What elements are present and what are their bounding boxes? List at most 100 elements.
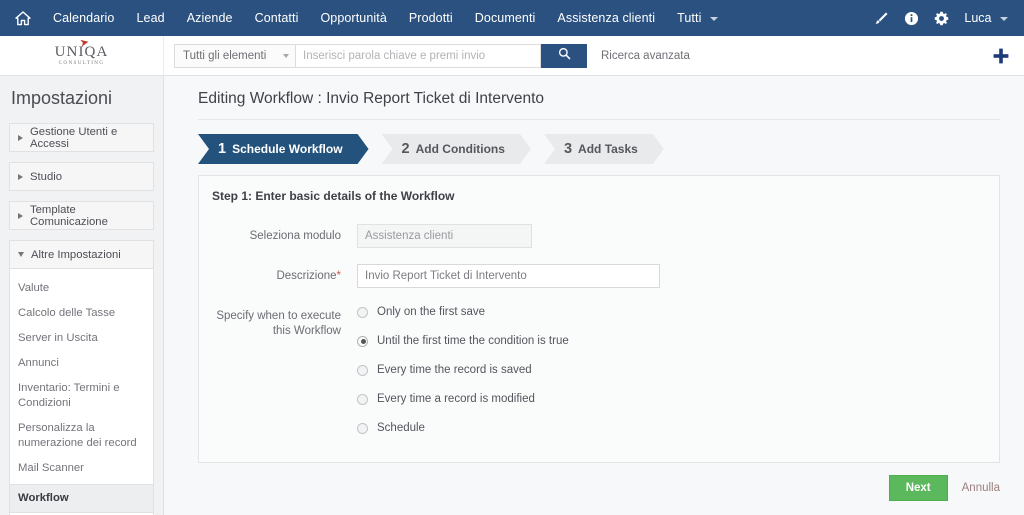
nav-label: Tutti bbox=[677, 11, 702, 25]
nav-label: Opportunità bbox=[320, 11, 387, 25]
sidebar-item-annunci[interactable]: Annunci bbox=[10, 351, 153, 376]
nav-item-calendario[interactable]: Calendario bbox=[42, 0, 125, 36]
page-title: Editing Workflow : Invio Report Ticket d… bbox=[198, 90, 1000, 120]
sidebar-group-altre-impostazioni[interactable]: Altre Impostazioni Valute Calcolo delle … bbox=[9, 240, 154, 515]
sidebar-group-template-comunicazione[interactable]: Template Comunicazione bbox=[9, 201, 154, 230]
sidebar-group-header[interactable]: Gestione Utenti e Accessi bbox=[9, 123, 154, 152]
logo-secondary-text: CONSULTING bbox=[58, 59, 105, 66]
sidebar-item-server-in-uscita[interactable]: Server in Uscita bbox=[10, 326, 153, 351]
radio-option-only-on-the-first-save[interactable]: Only on the first save bbox=[357, 306, 569, 318]
description-label-text: Descrizione bbox=[276, 270, 337, 282]
brush-icon[interactable] bbox=[866, 0, 896, 36]
nav-right-actions: Luca bbox=[866, 0, 1014, 36]
form-row-description: Descrizione* bbox=[212, 264, 981, 288]
sidebar-group-label: Altre Impostazioni bbox=[31, 248, 121, 261]
radio-option-every-time-the-record-is-saved[interactable]: Every time the record is saved bbox=[357, 364, 569, 376]
form-step-title: Step 1: Enter basic details of the Workf… bbox=[212, 189, 455, 203]
search-scope-select[interactable]: Tutti gli elementi bbox=[174, 43, 296, 68]
chevron-down-icon bbox=[710, 16, 719, 21]
radio-option-until-the-first-time-the-condition-is-true[interactable]: Until the first time the condition is tr… bbox=[357, 335, 569, 347]
step-label: Add Tasks bbox=[578, 142, 638, 156]
form-footer: Next Annulla bbox=[198, 475, 1000, 501]
form-row-execute-when: Specify when to execute this Workflow On… bbox=[212, 304, 981, 434]
sidebar-item-calcolo-delle-tasse[interactable]: Calcolo delle Tasse bbox=[10, 301, 153, 326]
gear-icon[interactable] bbox=[926, 0, 956, 36]
sidebar-group-studio[interactable]: Studio bbox=[9, 162, 154, 191]
radio-label: Only on the first save bbox=[377, 306, 486, 318]
radio-button[interactable] bbox=[357, 422, 368, 434]
nav-label: Prodotti bbox=[408, 11, 453, 25]
user-menu[interactable]: Luca bbox=[956, 0, 1014, 36]
main-content: Editing Workflow : Invio Report Ticket d… bbox=[164, 76, 1024, 515]
nav-item-documenti[interactable]: Documenti bbox=[464, 0, 547, 36]
nav-label: Calendario bbox=[53, 11, 115, 25]
info-icon[interactable] bbox=[896, 0, 926, 36]
sidebar-group-header[interactable]: Studio bbox=[9, 162, 154, 191]
home-button[interactable] bbox=[8, 0, 38, 36]
wizard-step-schedule-workflow[interactable]: 1 Schedule Workflow bbox=[198, 134, 369, 164]
radio-label: Every time the record is saved bbox=[377, 364, 532, 376]
step-number: 1 bbox=[218, 141, 227, 157]
top-navigation-bar: Calendario Lead Aziende Contatti Opportu… bbox=[0, 0, 1024, 36]
workflow-form-panel: Step 1: Enter basic details of the Workf… bbox=[198, 175, 1000, 463]
sidebar-group-header[interactable]: Altre Impostazioni bbox=[9, 240, 154, 269]
step-label: Schedule Workflow bbox=[232, 142, 343, 156]
next-button[interactable]: Next bbox=[888, 475, 948, 501]
app-logo[interactable]: ➤ UNIQA CONSULTING bbox=[0, 35, 164, 76]
radio-option-schedule[interactable]: Schedule bbox=[357, 422, 569, 434]
sidebar-title: Impostazioni bbox=[11, 88, 113, 108]
nav-label: Contatti bbox=[254, 11, 299, 25]
nav-label: Aziende bbox=[186, 11, 233, 25]
wizard-step-add-tasks[interactable]: 3 Add Tasks bbox=[544, 134, 664, 164]
nav-item-prodotti[interactable]: Prodotti bbox=[398, 0, 464, 36]
page-body: Impostazioni Gestione Utenti e Accessi S… bbox=[0, 76, 1024, 515]
step-number: 2 bbox=[401, 141, 410, 157]
sidebar-group-label: Template Comunicazione bbox=[30, 203, 108, 228]
sidebar-item-personalizza-la-numerazione-dei-record[interactable]: Personalizza la numerazione dei record bbox=[10, 416, 153, 456]
settings-sidebar: Impostazioni Gestione Utenti e Accessi S… bbox=[0, 76, 164, 515]
nav-label: Lead bbox=[136, 11, 165, 25]
radio-option-every-time-a-record-is-modified[interactable]: Every time a record is modified bbox=[357, 393, 569, 405]
sidebar-item-workflow[interactable]: Workflow bbox=[10, 484, 153, 513]
nav-item-lead[interactable]: Lead bbox=[125, 0, 175, 36]
nav-label: Documenti bbox=[474, 11, 536, 25]
search-icon bbox=[558, 47, 571, 65]
module-field-value: Assistenza clienti bbox=[357, 224, 532, 248]
logo-bird-icon: ➤ bbox=[79, 36, 91, 50]
wizard-step-add-conditions[interactable]: 2 Add Conditions bbox=[382, 134, 531, 164]
add-record-button[interactable] bbox=[992, 47, 1010, 65]
chevron-right-icon bbox=[18, 134, 23, 141]
radio-button[interactable] bbox=[357, 393, 368, 405]
radio-button-selected[interactable] bbox=[357, 335, 368, 347]
nav-item-opportunita[interactable]: Opportunità bbox=[309, 0, 397, 36]
radio-label: Every time a record is modified bbox=[377, 393, 535, 405]
wizard-steps: 1 Schedule Workflow 2 Add Conditions 3 A… bbox=[198, 134, 1000, 164]
search-scope-label: Tutti gli elementi bbox=[183, 49, 267, 62]
username-label: Luca bbox=[964, 11, 992, 25]
sidebar-item-mail-scanner[interactable]: Mail Scanner bbox=[10, 456, 153, 481]
sidebar-item-inventario-termini-e-condizioni[interactable]: Inventario: Termini e Condizioni bbox=[10, 376, 153, 416]
search-button[interactable] bbox=[541, 43, 587, 68]
sidebar-group-gestione-utenti-e-accessi[interactable]: Gestione Utenti e Accessi bbox=[9, 123, 154, 152]
form-row-module: Seleziona modulo Assistenza clienti bbox=[212, 224, 981, 248]
nav-item-assistenza-clienti[interactable]: Assistenza clienti bbox=[546, 0, 666, 36]
description-input[interactable] bbox=[357, 264, 660, 288]
home-icon bbox=[15, 10, 31, 26]
radio-button[interactable] bbox=[357, 306, 368, 318]
module-field-label: Seleziona modulo bbox=[249, 230, 341, 242]
chevron-right-icon bbox=[18, 173, 23, 180]
search-input[interactable] bbox=[296, 43, 541, 68]
required-marker: * bbox=[336, 270, 341, 282]
chevron-down-icon bbox=[1000, 16, 1008, 21]
sidebar-group-body: Valute Calcolo delle Tasse Server in Usc… bbox=[9, 269, 154, 515]
nav-item-contatti[interactable]: Contatti bbox=[244, 0, 310, 36]
cancel-link[interactable]: Annulla bbox=[962, 482, 1000, 494]
nav-item-aziende[interactable]: Aziende bbox=[176, 0, 244, 36]
nav-item-tutti[interactable]: Tutti bbox=[666, 0, 729, 36]
sidebar-group-header[interactable]: Template Comunicazione bbox=[9, 201, 154, 230]
radio-button[interactable] bbox=[357, 364, 368, 376]
sidebar-item-valute[interactable]: Valute bbox=[10, 276, 153, 301]
search-controls: Tutti gli elementi Ricerca avanzata bbox=[174, 43, 690, 68]
radio-label: Until the first time the condition is tr… bbox=[377, 335, 569, 347]
advanced-search-link[interactable]: Ricerca avanzata bbox=[601, 50, 690, 62]
